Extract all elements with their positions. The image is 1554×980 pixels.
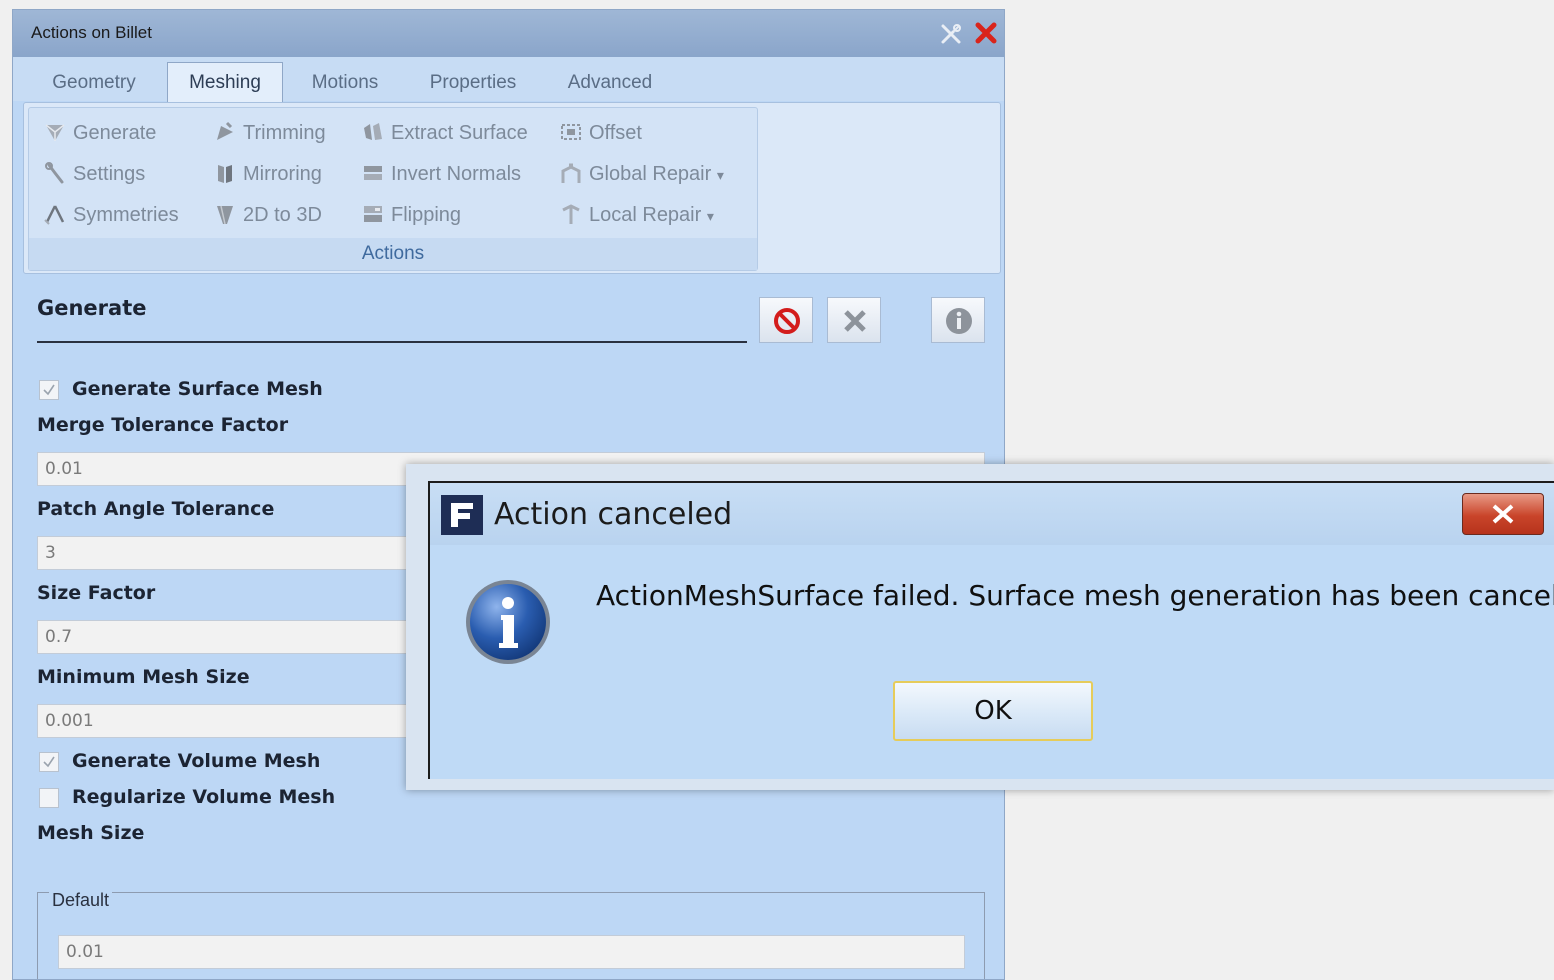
tab-advanced[interactable]: Advanced — [551, 66, 669, 100]
settings-label: Settings — [73, 163, 146, 185]
section-divider — [37, 341, 747, 343]
2d-to-3d-label: 2D to 3D — [243, 204, 322, 226]
trimming-button[interactable]: Trimming — [213, 118, 326, 148]
tab-motions[interactable]: Motions — [295, 66, 395, 100]
close-icon[interactable] — [973, 20, 999, 46]
generate-button[interactable]: Generate — [43, 118, 156, 148]
global-repair-button[interactable]: Global Repair ▾ — [559, 159, 724, 189]
cancel-action-icon — [774, 308, 800, 334]
trimming-icon — [217, 121, 233, 140]
generate-label: Generate — [73, 122, 157, 144]
info-icon — [946, 308, 972, 334]
mirroring-label: Mirroring — [243, 163, 322, 185]
regularize-volume-mesh-label: Regularize Volume Mesh — [72, 786, 336, 808]
local-repair-icon — [562, 204, 580, 224]
panel-titlebar: Actions on Billet — [13, 10, 1004, 57]
ribbon-group-actions: Generate Trimming Extract Surface Offset… — [28, 107, 758, 271]
section-title: Generate — [37, 296, 147, 320]
generate-icon — [45, 124, 65, 141]
dialog-message: ActionMeshSurface failed. Surface mesh g… — [596, 579, 1554, 612]
info-icon — [466, 580, 550, 664]
minimum-mesh-size-label: Minimum Mesh Size — [37, 666, 250, 688]
tab-meshing[interactable]: Meshing — [167, 62, 283, 103]
settings-button[interactable]: Settings — [43, 159, 145, 189]
tab-bar: Geometry Meshing Motions Properties Adva… — [13, 57, 1004, 103]
invert-normals-icon — [364, 166, 382, 180]
mesh-size-group-label: Default — [49, 890, 113, 911]
extract-surface-icon — [364, 123, 382, 140]
local-repair-label: Local Repair — [589, 204, 702, 226]
symmetries-icon — [44, 205, 65, 225]
size-factor-label: Size Factor — [37, 582, 156, 604]
regularize-volume-mesh-checkbox[interactable] — [39, 788, 59, 808]
global-repair-label: Global Repair — [589, 163, 712, 185]
ok-button[interactable]: OK — [893, 681, 1093, 741]
info-button[interactable] — [931, 297, 985, 343]
dialog-titlebar: Action canceled — [430, 483, 1554, 545]
offset-label: Offset — [589, 122, 642, 144]
extract-surface-label: Extract Surface — [391, 122, 528, 144]
dropdown-arrow-icon: ▾ — [716, 167, 724, 183]
panel-title: Actions on Billet — [31, 23, 152, 42]
offset-icon — [561, 124, 581, 140]
delete-button[interactable] — [827, 297, 881, 343]
trimming-label: Trimming — [243, 122, 326, 144]
generate-surface-mesh-label: Generate Surface Mesh — [72, 378, 323, 400]
mirroring-button[interactable]: Mirroring — [213, 159, 322, 189]
2d-to-3d-icon — [217, 205, 233, 225]
flipping-label: Flipping — [391, 204, 462, 226]
dropdown-arrow-icon: ▾ — [706, 208, 714, 224]
flipping-button[interactable]: Flipping — [361, 200, 461, 230]
mesh-size-label: Mesh Size — [37, 822, 145, 844]
offset-button[interactable]: Offset — [559, 118, 642, 148]
generate-surface-mesh-checkbox[interactable] — [39, 380, 59, 400]
check-icon — [43, 756, 55, 768]
generate-volume-mesh-label: Generate Volume Mesh — [72, 750, 321, 772]
flipping-icon — [364, 206, 382, 222]
mesh-size-field[interactable]: 0.01 — [58, 935, 965, 969]
delete-icon — [844, 310, 866, 332]
tools-icon[interactable] — [939, 22, 963, 46]
invert-normals-button[interactable]: Invert Normals — [361, 159, 521, 189]
patch-angle-tolerance-label: Patch Angle Tolerance — [37, 498, 275, 520]
symmetries-button[interactable]: Symmetries — [43, 200, 179, 230]
generate-volume-mesh-checkbox[interactable] — [39, 752, 59, 772]
ribbon-group-label: Actions — [29, 238, 757, 270]
symmetries-label: Symmetries — [73, 204, 179, 226]
2d-to-3d-button[interactable]: 2D to 3D — [213, 200, 322, 230]
invert-normals-label: Invert Normals — [391, 163, 522, 185]
wrench-icon — [45, 162, 64, 184]
mirroring-icon — [218, 165, 232, 183]
action-canceled-dialog: Action canceled ActionMeshSurface failed… — [428, 481, 1554, 779]
tab-properties[interactable]: Properties — [413, 66, 533, 100]
dialog-title: Action canceled — [494, 497, 733, 532]
tab-geometry[interactable]: Geometry — [35, 66, 153, 100]
close-icon — [1492, 504, 1514, 524]
app-logo-icon — [441, 495, 483, 535]
global-repair-icon — [561, 163, 581, 183]
local-repair-button[interactable]: Local Repair ▾ — [559, 200, 714, 230]
merge-tolerance-factor-label: Merge Tolerance Factor — [37, 414, 289, 436]
cancel-action-button[interactable] — [759, 297, 813, 343]
check-icon — [43, 384, 55, 396]
ribbon: Generate Trimming Extract Surface Offset… — [23, 102, 1001, 274]
dialog-close-button[interactable] — [1462, 493, 1544, 535]
extract-surface-button[interactable]: Extract Surface — [361, 118, 528, 148]
dialog-body: ActionMeshSurface failed. Surface mesh g… — [430, 545, 1554, 779]
